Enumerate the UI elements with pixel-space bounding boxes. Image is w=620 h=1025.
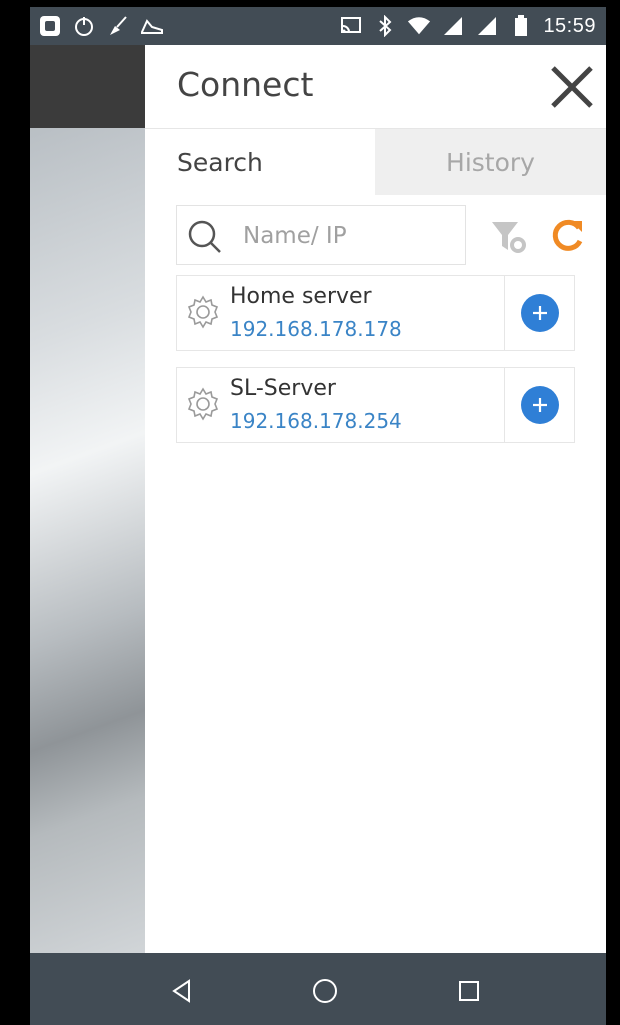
app-square-icon xyxy=(38,14,62,38)
tab-search-label: Search xyxy=(177,147,263,177)
recents-icon xyxy=(459,981,479,1001)
plus-circle xyxy=(521,294,559,332)
server-list-item: Home server 192.168.178.178 xyxy=(176,275,575,351)
sneaker-icon xyxy=(140,14,164,38)
server-ip: 192.168.178.178 xyxy=(230,317,402,341)
tab-search[interactable]: Search xyxy=(145,129,375,195)
refresh-button[interactable] xyxy=(547,215,587,255)
tab-history-label: History xyxy=(446,147,535,177)
signal-icon xyxy=(441,14,465,38)
server-ip: 192.168.178.254 xyxy=(230,409,402,433)
navigation-bar xyxy=(30,953,606,1025)
add-server-button[interactable] xyxy=(504,276,575,350)
battery-icon xyxy=(509,14,533,38)
filter-button[interactable] xyxy=(489,217,529,257)
plus-icon xyxy=(533,398,547,412)
filter-icon xyxy=(492,222,526,253)
tab-bar: Search History xyxy=(145,129,606,195)
gear-icon xyxy=(187,295,219,329)
wifi-icon xyxy=(407,14,431,38)
server-list-item: SL-Server 192.168.178.254 xyxy=(176,367,575,443)
close-icon xyxy=(551,66,593,108)
status-bar: 15:59 xyxy=(30,7,606,45)
backdrop-header xyxy=(30,45,145,128)
signal-icon-2 xyxy=(475,14,499,38)
search-icon xyxy=(188,220,221,253)
page-title: Connect xyxy=(177,65,314,104)
plus-circle xyxy=(521,386,559,424)
add-server-button[interactable] xyxy=(504,368,575,442)
tab-history[interactable]: History xyxy=(375,129,606,195)
server-select-area[interactable]: Home server 192.168.178.178 xyxy=(177,276,505,350)
close-button[interactable] xyxy=(544,59,600,115)
panel-header: Connect xyxy=(145,45,606,129)
back-icon xyxy=(172,979,190,1003)
power-icon xyxy=(72,14,96,38)
recents-button[interactable] xyxy=(449,971,489,1011)
back-button[interactable] xyxy=(162,971,202,1011)
phone-screen: 15:59 Connect Search History Name/ IP Ho… xyxy=(8,0,606,1025)
bluetooth-icon xyxy=(373,14,397,38)
home-icon xyxy=(313,979,337,1003)
home-button[interactable] xyxy=(305,971,345,1011)
gear-icon xyxy=(187,387,219,421)
search-input[interactable] xyxy=(241,214,455,258)
search-box xyxy=(176,205,466,265)
plus-icon xyxy=(533,306,547,320)
connect-panel: Connect Search History Name/ IP Home ser… xyxy=(145,45,606,953)
backdrop-content[interactable] xyxy=(30,128,145,953)
cast-icon xyxy=(339,14,363,38)
broom-icon xyxy=(106,14,130,38)
status-time: 15:59 xyxy=(543,14,596,37)
server-select-area[interactable]: SL-Server 192.168.178.254 xyxy=(177,368,505,442)
server-name: SL-Server xyxy=(230,376,336,401)
server-name: Home server xyxy=(230,284,372,309)
refresh-icon xyxy=(552,219,583,251)
